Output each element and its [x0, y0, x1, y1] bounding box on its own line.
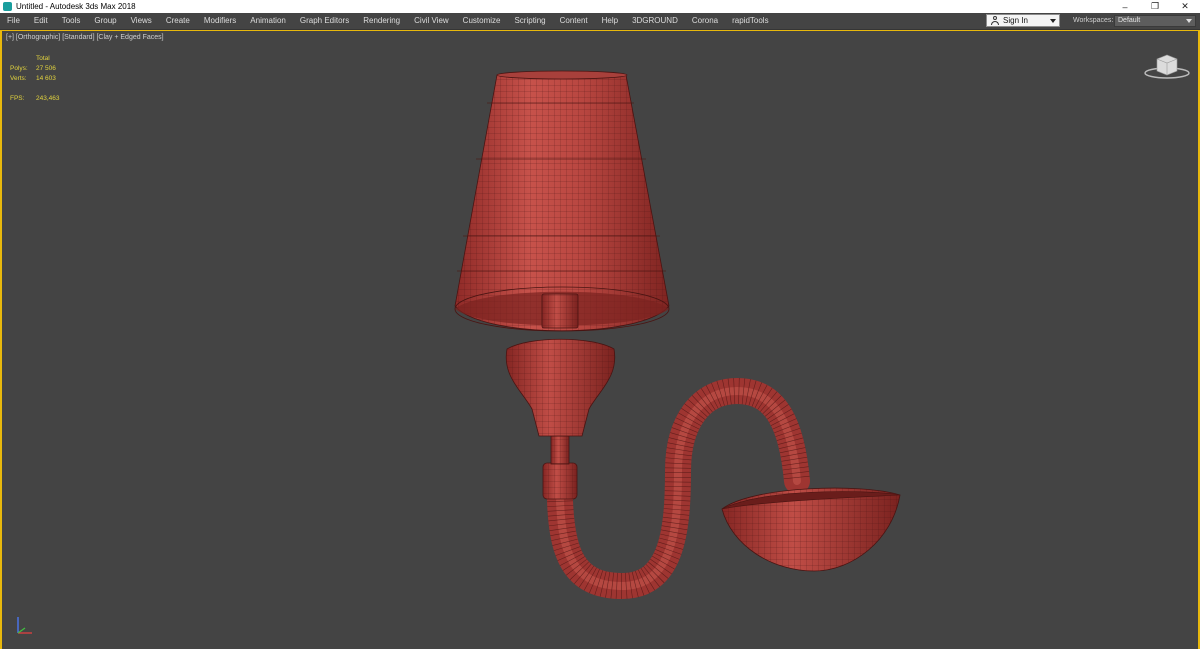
stats-overlay: Total Polys: 27 506 Verts: 14 603 FPS: 2…: [10, 54, 60, 104]
stats-header: Total: [36, 55, 50, 62]
workspaces-label: Workspaces:: [1073, 17, 1114, 24]
fps-label: FPS:: [10, 95, 25, 102]
workspaces-select[interactable]: Default: [1114, 15, 1196, 27]
menu-corona[interactable]: Corona: [685, 13, 725, 29]
menu-modifiers[interactable]: Modifiers: [197, 13, 243, 29]
menu-3dground[interactable]: 3DGROUND: [625, 13, 685, 29]
verts-value: 14 603: [36, 75, 56, 82]
sign-in-label: Sign In: [1003, 16, 1028, 25]
wall-lamp-model[interactable]: [454, 70, 901, 600]
viewcube-icon[interactable]: [1142, 49, 1192, 81]
menu-group[interactable]: Group: [87, 13, 123, 29]
menu-views[interactable]: Views: [124, 13, 159, 29]
menu-help[interactable]: Help: [595, 13, 625, 29]
viewport-label[interactable]: [+] [Orthographic] [Standard] [Clay + Ed…: [6, 34, 164, 41]
menu-rendering[interactable]: Rendering: [356, 13, 407, 29]
menu-rapidtools[interactable]: rapidTools: [725, 13, 775, 29]
scene-canvas[interactable]: [2, 31, 1198, 649]
menu-content[interactable]: Content: [553, 13, 595, 29]
minimize-button[interactable]: –: [1110, 0, 1140, 13]
fps-value: 243,463: [36, 95, 60, 102]
menu-create[interactable]: Create: [159, 13, 197, 29]
restore-button[interactable]: ❐: [1140, 0, 1170, 13]
chevron-down-icon: [1050, 19, 1056, 23]
menu-graph-editors[interactable]: Graph Editors: [293, 13, 356, 29]
menu-file[interactable]: File: [0, 13, 27, 29]
app-icon: [3, 2, 12, 11]
title-bar: Untitled - Autodesk 3ds Max 2018 – ❐ ✕: [0, 0, 1200, 13]
viewport[interactable]: [+] [Orthographic] [Standard] [Clay + Ed…: [0, 30, 1200, 649]
menu-customize[interactable]: Customize: [456, 13, 508, 29]
close-button[interactable]: ✕: [1170, 0, 1200, 13]
menu-edit[interactable]: Edit: [27, 13, 55, 29]
menu-civil-view[interactable]: Civil View: [407, 13, 456, 29]
menu-scripting[interactable]: Scripting: [507, 13, 552, 29]
menu-tools[interactable]: Tools: [55, 13, 88, 29]
menu-animation[interactable]: Animation: [243, 13, 293, 29]
user-icon: [991, 16, 999, 25]
polys-value: 27 506: [36, 65, 56, 72]
sign-in-dropdown[interactable]: Sign In: [986, 14, 1060, 27]
axis-tripod-icon: [17, 617, 32, 634]
window-title: Untitled - Autodesk 3ds Max 2018: [16, 2, 136, 11]
window-controls: – ❐ ✕: [1110, 0, 1200, 13]
polys-label: Polys:: [10, 65, 28, 72]
workspaces-value: Default: [1118, 17, 1141, 24]
chevron-down-icon: [1186, 19, 1192, 23]
verts-label: Verts:: [10, 75, 27, 82]
